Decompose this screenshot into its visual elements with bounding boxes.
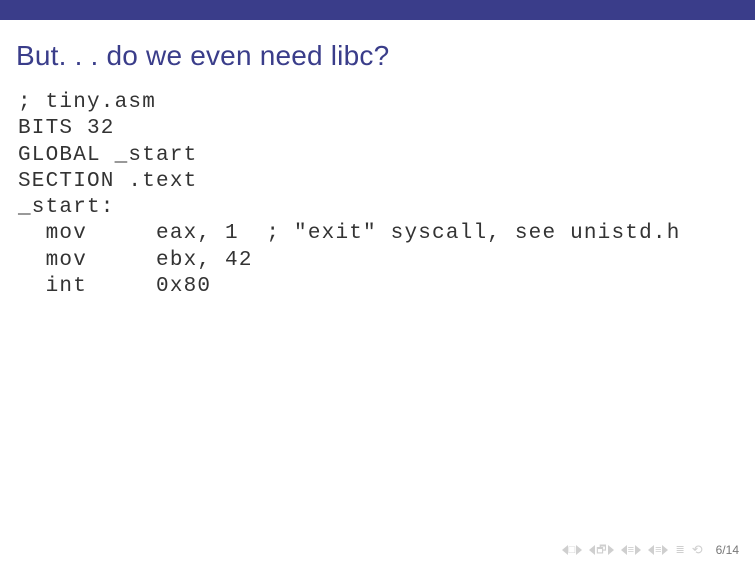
slide-top-bar [0, 0, 755, 20]
undo-icon[interactable]: ⟲ [692, 542, 703, 558]
nav-prev-section[interactable]: 🗗 [589, 545, 613, 556]
doc-icon: 🗗 [596, 545, 606, 556]
nav-first[interactable]: □ [562, 545, 583, 556]
slide-container: But. . . do we even need libc? ; tiny.as… [0, 0, 755, 566]
page-number: 6/14 [710, 543, 739, 557]
triangle-right-icon [576, 545, 582, 555]
slide-title: But. . . do we even need libc? [0, 20, 755, 90]
triangle-right-icon [608, 545, 614, 555]
lines-icon: ≡ [655, 545, 661, 556]
nav-footer: □ 🗗 ≡ ≡ ≣ ⟲ 6/14 [562, 542, 739, 558]
triangle-left-icon [589, 545, 595, 555]
nav-prev[interactable]: ≡ [621, 545, 641, 556]
triangle-left-icon [621, 545, 627, 555]
square-icon: □ [569, 545, 576, 556]
triangle-left-icon [648, 545, 654, 555]
triangle-left-icon [562, 545, 568, 555]
triangle-right-icon [662, 545, 668, 555]
triangle-right-icon [635, 545, 641, 555]
toc-icon[interactable]: ≣ [675, 545, 684, 556]
lines-icon: ≡ [628, 545, 634, 556]
nav-next[interactable]: ≡ [648, 545, 668, 556]
page-total: 14 [726, 543, 739, 557]
code-block: ; tiny.asm BITS 32 GLOBAL _start SECTION… [0, 90, 755, 300]
